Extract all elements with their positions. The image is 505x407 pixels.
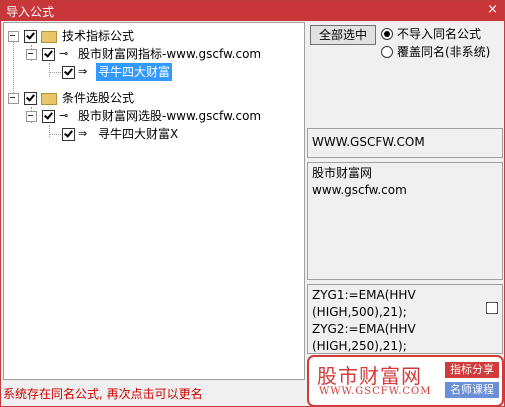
tree-node-label: 条件选股公式	[62, 91, 135, 105]
window-title: 导入公式	[6, 5, 55, 19]
checkbox-indicator-package[interactable]	[42, 48, 55, 61]
tree-node-label: 股市财富网选股-www.gscfw.com	[78, 109, 262, 123]
key-icon: ⊸	[59, 109, 69, 122]
logo-tag-courses: 名师课程	[445, 382, 499, 398]
checkbox-indicator-leaf[interactable]	[62, 66, 75, 79]
code-line: ZYG2:=EMA(HHV	[312, 322, 416, 336]
key-icon: ⊸	[59, 47, 69, 60]
radio-overwrite-duplicates[interactable]	[381, 46, 393, 58]
folder-icon	[41, 31, 57, 43]
collapse-icon[interactable]	[26, 49, 37, 60]
description-line: www.gscfw.com	[312, 183, 407, 197]
radio-skip-duplicates-label[interactable]: 不导入同名公式	[397, 25, 481, 42]
checkbox-screening-package[interactable]	[42, 110, 55, 123]
formula-icon: ⇒	[78, 65, 88, 78]
tree-node-label-selected: 寻牛四大财富	[96, 63, 173, 81]
tree-node-label: 股市财富网指标-www.gscfw.com	[78, 47, 262, 61]
description-line: 股市财富网	[312, 166, 373, 180]
code-line: (HIGH,500),21);	[312, 305, 407, 319]
code-line: (HIGH,250),21);	[312, 339, 407, 353]
tree-node-label: 技术指标公式	[62, 29, 135, 43]
collapse-icon[interactable]	[26, 111, 37, 122]
description-box: 股市财富网 www.gscfw.com	[307, 162, 503, 280]
checkbox-indicator-formulas[interactable]	[24, 30, 37, 43]
collapse-icon[interactable]	[8, 31, 19, 42]
code-wrap-checkbox[interactable]	[486, 302, 498, 314]
tree-guide-line	[49, 125, 50, 137]
close-icon[interactable]: ×	[487, 2, 498, 17]
site-caption-box: WWW.GSCFW.COM	[307, 128, 503, 158]
folder-icon	[41, 93, 57, 105]
select-all-button[interactable]: 全部选中	[310, 25, 376, 45]
tree-node-label: 寻牛四大财富X	[98, 127, 179, 141]
radio-skip-duplicates[interactable]	[381, 28, 393, 40]
status-message: 系统存在同名公式, 再次点击可以更名	[3, 387, 203, 401]
tree-guide-line	[13, 37, 14, 99]
brand-logo: 股市财富网 WWW.GSCFW.COM 指标分享 名师课程	[307, 355, 504, 407]
tree-guide-line	[49, 134, 61, 135]
checkbox-screening-formulas[interactable]	[24, 92, 37, 105]
formula-icon: ⇒	[78, 127, 88, 140]
checkbox-screening-leaf[interactable]	[62, 128, 75, 141]
tree-guide-line	[49, 63, 50, 77]
formula-code-box[interactable]: ZYG1:=EMA(HHV (HIGH,500),21); ZYG2:=EMA(…	[307, 284, 503, 354]
formula-tree[interactable]: 技术指标公式 ⊸ 股市财富网指标-www.gscfw.com ⇒ 寻牛四大财富 …	[3, 22, 305, 380]
logo-tag-indicator-share: 指标分享	[445, 362, 499, 378]
site-caption: WWW.GSCFW.COM	[312, 135, 425, 149]
title-bar[interactable]: 导入公式 ×	[1, 1, 504, 21]
logo-name: 股市财富网	[317, 364, 422, 388]
import-formula-dialog: 导入公式 × 技术指标公式 ⊸ 股市财富网指标-www.gscfw.com ⇒ …	[0, 0, 505, 407]
radio-overwrite-duplicates-label[interactable]: 覆盖同名(非系统)	[397, 43, 490, 60]
tree-guide-line	[49, 72, 61, 73]
code-line: ZYG1:=EMA(HHV	[312, 288, 416, 302]
collapse-icon[interactable]	[8, 93, 19, 104]
logo-url: WWW.GSCFW.COM	[319, 386, 432, 397]
